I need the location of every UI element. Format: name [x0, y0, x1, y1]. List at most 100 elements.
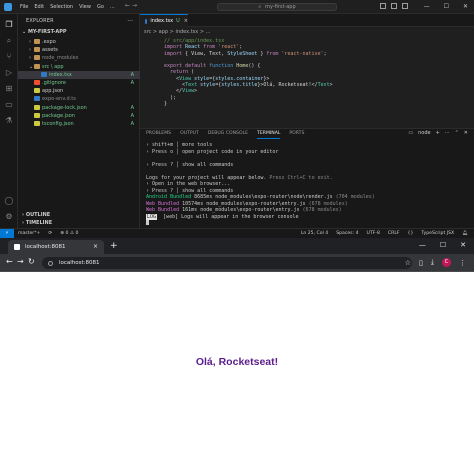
- tab-debug-console[interactable]: DEBUG CONSOLE: [208, 129, 248, 139]
- maximize-icon[interactable]: ☐: [444, 3, 449, 10]
- menu-item[interactable]: Selection: [50, 4, 73, 10]
- tree-item-label: .expo: [42, 39, 56, 45]
- language-mode[interactable]: TypeScript JSX: [421, 229, 454, 238]
- site-info-icon[interactable]: [48, 260, 53, 266]
- run-debug-icon[interactable]: ▷: [4, 68, 14, 78]
- tree-item[interactable]: expo-env.d.ts: [18, 95, 140, 103]
- back-button[interactable]: ←: [6, 257, 13, 266]
- menu-item[interactable]: Go: [97, 4, 104, 10]
- remote-explorer-icon[interactable]: ▭: [4, 100, 14, 110]
- terminal-output[interactable]: › shift+m │ more tools › Press o │ open p…: [146, 142, 375, 227]
- tab-close-icon[interactable]: ×: [184, 18, 188, 24]
- outline-section[interactable]: › OUTLINE: [22, 212, 50, 218]
- code-line: }: [164, 100, 168, 107]
- language-braces[interactable]: {}: [408, 229, 414, 238]
- bookmark-star-icon[interactable]: ☆: [405, 259, 411, 267]
- testing-icon[interactable]: ⚗: [4, 116, 14, 126]
- tree-item[interactable]: tsconfig.json A: [18, 120, 140, 128]
- terminal-prompt[interactable]: [146, 220, 375, 227]
- reload-button[interactable]: ↻: [28, 257, 35, 266]
- browser-minimize-icon[interactable]: —: [419, 241, 426, 249]
- code-editor[interactable]: // src/app/index.tsx import React from 'r…: [164, 38, 333, 107]
- explorer-more-button[interactable]: ...: [127, 16, 133, 23]
- forward-button[interactable]: →: [17, 257, 24, 266]
- minimize-icon[interactable]: —: [424, 3, 430, 10]
- project-section[interactable]: ⌄ MY-FIRST-APP: [22, 29, 67, 35]
- close-icon[interactable]: ✕: [463, 3, 468, 10]
- tree-item-label: index.tsx: [49, 71, 72, 78]
- breadcrumb[interactable]: src > app > index.tsx > ...: [144, 29, 210, 35]
- tree-item[interactable]: package.json A: [18, 112, 140, 120]
- explorer-icon[interactable]: ❐: [4, 20, 14, 30]
- manage-gear-icon[interactable]: ⚙: [4, 212, 14, 222]
- tree-item-label: src \ app: [42, 63, 64, 70]
- tree-item[interactable]: index.tsx A: [18, 70, 140, 79]
- tab-label: index.tsx: [150, 18, 174, 24]
- close-panel-icon[interactable]: ✕: [464, 130, 468, 136]
- tree-item[interactable]: .gitignore A: [18, 79, 140, 87]
- status-right: Ln 25, Col 4 Spaces: 4 UTF-8 CRLF {} Typ…: [301, 229, 468, 238]
- tree-item[interactable]: package-lock.json A: [18, 104, 140, 112]
- cursor-position[interactable]: Ln 25, Col 4: [301, 229, 328, 238]
- folder-icon: [34, 39, 40, 44]
- source-control-icon[interactable]: ⑂: [4, 52, 14, 62]
- page-heading: Olá, Rocketseat!: [195, 356, 279, 368]
- search-text: my-first-app: [265, 4, 296, 10]
- accounts-icon[interactable]: ◯: [4, 196, 14, 206]
- git-file-icon: [34, 79, 40, 85]
- maximize-panel-icon[interactable]: ⌃: [455, 130, 459, 136]
- toggle-panel-icon[interactable]: [391, 3, 397, 9]
- tree-item[interactable]: › .expo: [18, 38, 140, 46]
- tree-item[interactable]: › node_modules: [18, 54, 140, 62]
- tsx-file-icon: [41, 71, 47, 77]
- notifications-icon[interactable]: 🔔︎: [462, 229, 468, 238]
- add-terminal-icon[interactable]: +: [436, 130, 440, 136]
- toggle-sidebar-icon[interactable]: [380, 3, 386, 9]
- nav-arrows: ← →: [125, 2, 137, 9]
- menu-item[interactable]: File: [20, 4, 28, 10]
- json-file-icon: [34, 112, 40, 118]
- downloads-icon[interactable]: ⤓: [431, 258, 434, 267]
- sidebar-icon[interactable]: ▯: [419, 259, 423, 267]
- tree-item-label: expo-env.d.ts: [42, 96, 76, 103]
- tree-item[interactable]: › assets: [18, 46, 140, 54]
- menu-item[interactable]: Edit: [34, 4, 44, 10]
- code-line: import { View, Text, StyleSheet } from '…: [164, 50, 327, 57]
- problems-status[interactable]: ⊗ 0 ⚠ 0: [60, 229, 78, 238]
- tab-output[interactable]: OUTPUT: [180, 129, 199, 139]
- tab-problems[interactable]: PROBLEMS: [146, 129, 171, 139]
- terminal-name[interactable]: node: [418, 130, 430, 136]
- browser-close-icon[interactable]: ✕: [460, 241, 466, 249]
- search-activity-icon[interactable]: ⌕: [4, 36, 14, 46]
- sync-icon[interactable]: ⟳: [48, 229, 52, 238]
- new-tab-button[interactable]: +: [110, 241, 118, 251]
- browser-tab-close-icon[interactable]: ×: [93, 243, 98, 250]
- tree-item[interactable]: app.json: [18, 87, 140, 95]
- extensions-icon[interactable]: ⊞: [4, 84, 14, 94]
- command-center-search[interactable]: ⌕ my-first-app: [217, 3, 337, 11]
- editor-tabs: index.tsx U ×: [140, 14, 474, 27]
- tree-item-label: app.json: [42, 88, 64, 95]
- browser-tab[interactable]: localhost:8081 ×: [8, 240, 104, 254]
- ts-file-icon: [34, 96, 40, 102]
- menu-item[interactable]: View: [79, 4, 91, 10]
- line-endings[interactable]: CRLF: [388, 229, 400, 238]
- customize-layout-icon[interactable]: [402, 3, 408, 9]
- tab-terminal[interactable]: TERMINAL: [257, 129, 281, 139]
- browser-menu-icon[interactable]: ⋮: [459, 259, 466, 267]
- tab-ports[interactable]: PORTS: [289, 129, 304, 139]
- tab-index-tsx[interactable]: index.tsx U ×: [140, 14, 188, 27]
- indentation[interactable]: Spaces: 4: [336, 229, 358, 238]
- encoding[interactable]: UTF-8: [367, 229, 380, 238]
- browser-maximize-icon[interactable]: ☐: [440, 241, 446, 249]
- menu-item[interactable]: ...: [110, 4, 115, 10]
- browser-window: localhost:8081 × + — ☐ ✕ ← → ↻ localhost…: [0, 238, 474, 449]
- more-actions-icon[interactable]: ···: [445, 130, 450, 136]
- timeline-section[interactable]: › TIMELINE: [22, 220, 52, 226]
- back-arrow-icon[interactable]: ←: [125, 2, 130, 9]
- profile-avatar[interactable]: C: [442, 258, 451, 267]
- address-bar[interactable]: localhost:8081: [42, 257, 412, 269]
- forward-arrow-icon[interactable]: →: [132, 2, 137, 9]
- git-branch[interactable]: master*+: [18, 229, 40, 238]
- tree-item[interactable]: ⌄ src \ app: [18, 63, 140, 71]
